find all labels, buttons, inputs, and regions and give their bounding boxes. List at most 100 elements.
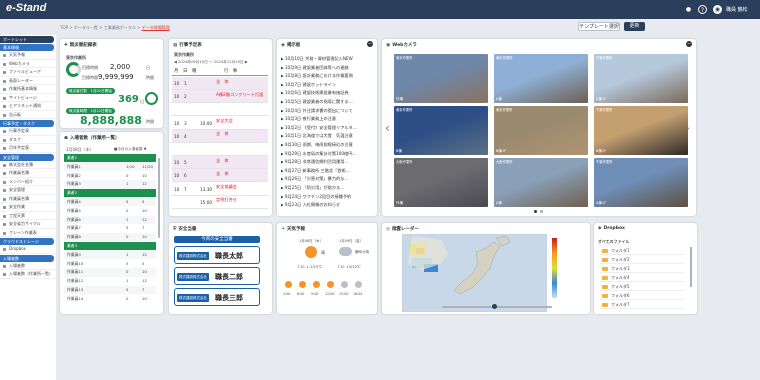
attendance-row[interactable]: 作業員14 0 10: [64, 294, 156, 303]
sidebar-item[interactable]: 作業員名簿: [0, 195, 56, 203]
notice-item[interactable]: ▶ 10月10日 労務・資材管理記入NEW: [281, 56, 353, 62]
notice-item[interactable]: ▶ 9月25日 「防災用」が助かる…: [281, 185, 344, 191]
notice-item[interactable]: ▶ 10月1日 北海道では大雪 気温注意: [281, 133, 353, 139]
all-files-label[interactable]: すべてのファイル: [598, 239, 630, 245]
safety-entry[interactable]: 株式建設株式会社 職長太郎: [174, 246, 260, 264]
sidebar-item[interactable]: 告示板: [0, 111, 56, 119]
sidebar-item[interactable]: クレーン作業表: [0, 229, 56, 237]
sidebar-item[interactable]: Webカメラ: [0, 60, 56, 68]
attendance-note[interactable]: ■今月の入場者数 ▼: [114, 147, 146, 152]
bell-icon[interactable]: ●: [684, 5, 693, 14]
minimize-icon[interactable]: −: [367, 41, 373, 47]
attendance-group-row[interactable]: 業者2: [64, 189, 156, 198]
prev-arrow-icon[interactable]: ‹: [385, 121, 390, 135]
sidebar-item[interactable]: 安全省力サイクル: [0, 220, 56, 229]
sidebar-item[interactable]: Dropbox: [0, 245, 56, 254]
sidebar-section-header[interactable]: 安全管理: [0, 153, 54, 161]
schedule-row[interactable]: 10 3 10:00 安全大会: [172, 116, 268, 130]
attendance-row[interactable]: 作業員6 1 12: [64, 215, 156, 224]
sidebar-item[interactable]: 工程天票: [0, 212, 56, 220]
notice-item[interactable]: ▶ 9月23日 入札情報のお知らせ: [281, 202, 340, 208]
slider-handle[interactable]: [492, 304, 497, 309]
webcam-thumbnail[interactable]: 東京作業所 B棟: [394, 106, 488, 155]
sidebar-item[interactable]: 安全管理: [0, 186, 56, 195]
breadcrumb-portal-list[interactable]: ポータル一覧: [74, 25, 98, 30]
notice-item[interactable]: ▶ 10月4日 外注請求書の提出について: [281, 108, 353, 114]
app-logo[interactable]: e-Stand: [6, 2, 46, 14]
attendance-row[interactable]: 作業員12 1 12: [64, 277, 156, 286]
schedule-range[interactable]: ◀ 2024年09月10日 〜 2024年11月10日 ▶: [174, 60, 248, 65]
sidebar-item[interactable]: 行事予定表: [0, 127, 56, 136]
notice-item[interactable]: ▶ 10月7日 建設ホットライン: [281, 82, 336, 88]
radar-time-slider[interactable]: [442, 306, 552, 308]
carousel-dot[interactable]: [540, 210, 543, 213]
attendance-row[interactable]: 作業員10 5 5: [64, 259, 156, 268]
sidebar-item[interactable]: 株式会社名簿: [0, 161, 56, 169]
sidebar-item[interactable]: ファイルビューア: [0, 68, 56, 77]
schedule-row[interactable]: [172, 103, 268, 117]
radar-map[interactable]: [402, 234, 547, 312]
schedule-row[interactable]: 10 5 全 休: [172, 156, 268, 170]
breadcrumb-current[interactable]: データ現場管理: [142, 25, 170, 30]
schedule-row[interactable]: 10 4 全 休: [172, 129, 268, 143]
help-icon[interactable]: ?: [698, 5, 707, 14]
sidebar-section-header[interactable]: ポートレット: [0, 36, 54, 43]
schedule-row[interactable]: 15:00 定例打合せ: [172, 195, 268, 209]
attendance-row[interactable]: 作業員8 0 10: [64, 233, 156, 242]
sidebar-section-header[interactable]: 基本情報: [0, 44, 54, 51]
attendance-row[interactable]: 作業員2 0 10: [64, 171, 156, 180]
folder-item[interactable]: フォルダ6: [600, 292, 684, 300]
sidebar-item[interactable]: サイトビュージ: [0, 94, 56, 102]
carousel-dot-active[interactable]: [534, 210, 537, 213]
schedule-row[interactable]: 10 7 13:30 安全協議会: [172, 182, 268, 196]
schedule-row[interactable]: [172, 143, 268, 156]
scrollbar[interactable]: [158, 158, 160, 238]
folder-item[interactable]: フォルダ4: [600, 274, 684, 282]
sidebar-item[interactable]: 作業所基本情報: [0, 85, 56, 94]
webcam-thumbnail[interactable]: 東京作業所 外構: [394, 54, 488, 103]
notice-item[interactable]: ▶ 9月27日 新事務所 三階北「鉄術…: [281, 168, 350, 174]
folder-item[interactable]: フォルダ2: [600, 256, 684, 264]
sidebar-item[interactable]: 天気予報: [0, 51, 56, 60]
safety-entry[interactable]: 株式建設株式会社 職長二郎: [174, 267, 260, 285]
attendance-row[interactable]: 作業員11 0 10: [64, 268, 156, 277]
update-button[interactable]: 更新: [624, 22, 645, 31]
attendance-row[interactable]: 作業員1 1/10 11/20: [64, 162, 156, 171]
notice-item[interactable]: ▶ 9月28日 非常通信網利活用運用…: [281, 159, 349, 165]
notice-item[interactable]: ▶ 9月26日 「災害対策」暴力的な…: [281, 176, 349, 182]
sidebar-item[interactable]: 作業員名簿: [0, 169, 56, 178]
webcam-thumbnail[interactable]: 千葉作業所 A棟1F: [594, 54, 688, 103]
notice-item[interactable]: ▶ 10月3日 夜行業務上の注意: [281, 116, 336, 122]
attendance-row[interactable]: 作業員7 5 7: [64, 224, 156, 233]
sidebar-item[interactable]: 入場者数（作業所一覧）: [0, 270, 56, 279]
folder-item[interactable]: フォルダ5: [600, 283, 684, 291]
attendance-row[interactable]: 作業員5 0 10: [64, 206, 156, 215]
safety-entry[interactable]: 株式建設株式会社 職長三郎: [174, 288, 260, 306]
webcam-thumbnail[interactable]: 東京作業所 B棟1F: [494, 106, 588, 155]
minimize-icon[interactable]: −: [686, 41, 692, 47]
attendance-row[interactable]: 作業員13 5 7: [64, 286, 156, 295]
notice-item[interactable]: ▶ 9月29日 水産局の集計対策100億円…: [281, 151, 357, 157]
webcam-thumbnail[interactable]: 千葉作業所 B棟1F: [594, 106, 688, 155]
scrollbar[interactable]: [690, 247, 692, 287]
sidebar-section-header[interactable]: 入場者数: [0, 254, 54, 262]
notice-item[interactable]: ▶ 10月5日 建設業者の指導に関する…: [281, 99, 353, 105]
attendance-group-row[interactable]: 業者3: [64, 242, 156, 251]
notice-item[interactable]: ▶ 10月8日 設計業務における作業要領: [281, 73, 353, 79]
sidebar-item[interactable]: ヒアリネット通知: [0, 102, 56, 111]
notice-item[interactable]: ▶ 9月24日 ワクチン2回目の接種予約: [281, 194, 351, 200]
sidebar-section-header[interactable]: 行事予定・タスク: [0, 120, 54, 127]
sidebar-item[interactable]: 入場者数: [0, 262, 56, 270]
folder-item[interactable]: フォルダ7: [600, 301, 684, 309]
attendance-row[interactable]: 作業員4 5 5: [64, 198, 156, 207]
attendance-row[interactable]: 作業員9 1 12: [64, 250, 156, 259]
webcam-thumbnail[interactable]: 東京作業所 A棟: [494, 54, 588, 103]
schedule-row[interactable]: 10 2 A棟2階コンクリート打設: [172, 90, 268, 104]
webcam-thumbnail[interactable]: 千葉作業所 A棟1F: [594, 158, 688, 207]
folder-item[interactable]: フォルダ3: [600, 265, 684, 273]
schedule-row[interactable]: 10 6 全 休: [172, 169, 268, 183]
notice-item[interactable]: ▶ 10月6日 建設技術建設業有価証券: [281, 90, 349, 96]
notice-item[interactable]: ▶ 9月30日 雨期、梅雨前線接近の注意: [281, 142, 353, 148]
breadcrumb-top[interactable]: TOP: [60, 25, 68, 30]
user-name[interactable]: 職員 鶴松: [726, 6, 748, 13]
